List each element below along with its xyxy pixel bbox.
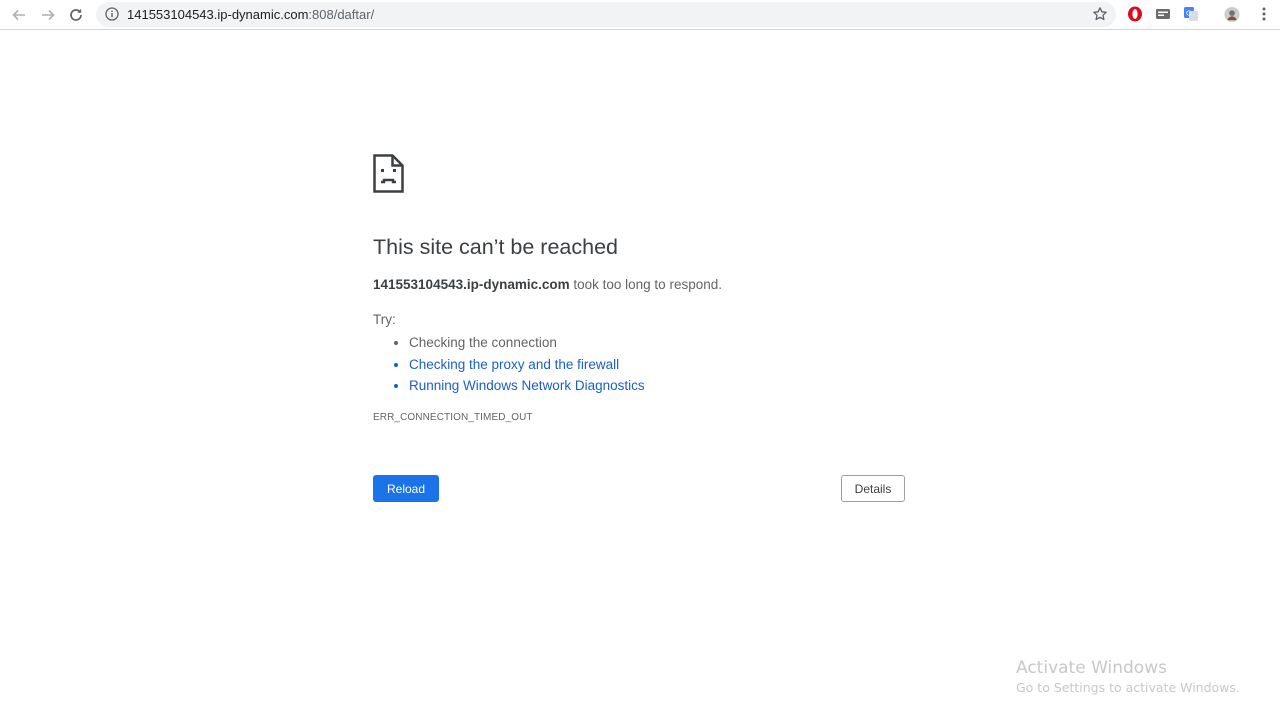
reload-icon: [70, 8, 82, 21]
translate-extension[interactable]: G: [1183, 6, 1199, 22]
svg-text:G: G: [1186, 10, 1191, 18]
error-summary: 141553104543.ip-dynamic.com took too lon…: [373, 277, 722, 292]
suggestion-network-diagnostics-link[interactable]: Running Windows Network Diagnostics: [409, 375, 645, 397]
url-path: :808/daftar/: [308, 7, 375, 22]
profile-avatar[interactable]: [1224, 6, 1240, 22]
info-icon[interactable]: [105, 7, 119, 21]
error-message: took too long to respond.: [569, 277, 722, 292]
translate-icon: G: [1184, 7, 1198, 21]
opera-icon: [1128, 6, 1142, 22]
forward-button[interactable]: [37, 4, 59, 26]
reload-page-button[interactable]: [65, 4, 87, 26]
star-icon[interactable]: [1092, 6, 1108, 22]
details-button[interactable]: Details: [841, 475, 905, 502]
suggestion-check-proxy-link[interactable]: Checking the proxy and the firewall: [409, 354, 645, 376]
url-text[interactable]: 141553104543.ip-dynamic.com:808/daftar/: [127, 7, 374, 22]
activate-windows-watermark: Activate Windows Go to Settings to activ…: [1016, 658, 1240, 698]
suggestion-list: Checking the connection Checking the pro…: [373, 332, 645, 397]
sad-document-icon: [373, 154, 404, 193]
url-host: 141553104543.ip-dynamic.com: [127, 7, 309, 22]
try-label: Try:: [373, 312, 396, 327]
watermark-title: Activate Windows: [1016, 658, 1167, 678]
address-bar[interactable]: 141553104543.ip-dynamic.com:808/daftar/: [96, 2, 1116, 27]
error-title: This site can’t be reached: [373, 235, 618, 259]
idm-extension[interactable]: [1155, 6, 1171, 22]
idm-icon: [1156, 9, 1170, 19]
watermark-subtitle: Go to Settings to activate Windows.: [1016, 680, 1240, 695]
avatar-icon: [1224, 6, 1240, 22]
error-code: ERR_CONNECTION_TIMED_OUT: [373, 412, 533, 423]
arrow-left-icon: [12, 9, 25, 21]
error-host: 141553104543.ip-dynamic.com: [373, 277, 570, 292]
reload-button[interactable]: Reload: [373, 475, 439, 502]
back-button[interactable]: [8, 4, 30, 26]
suggestion-check-connection: Checking the connection: [409, 332, 645, 354]
browser-menu-button[interactable]: [1256, 6, 1272, 22]
kebab-menu-icon: [1262, 7, 1266, 21]
opera-extension[interactable]: [1127, 6, 1143, 22]
arrow-right-icon: [42, 9, 55, 21]
browser-toolbar: 141553104543.ip-dynamic.com:808/daftar/ …: [0, 0, 1280, 30]
